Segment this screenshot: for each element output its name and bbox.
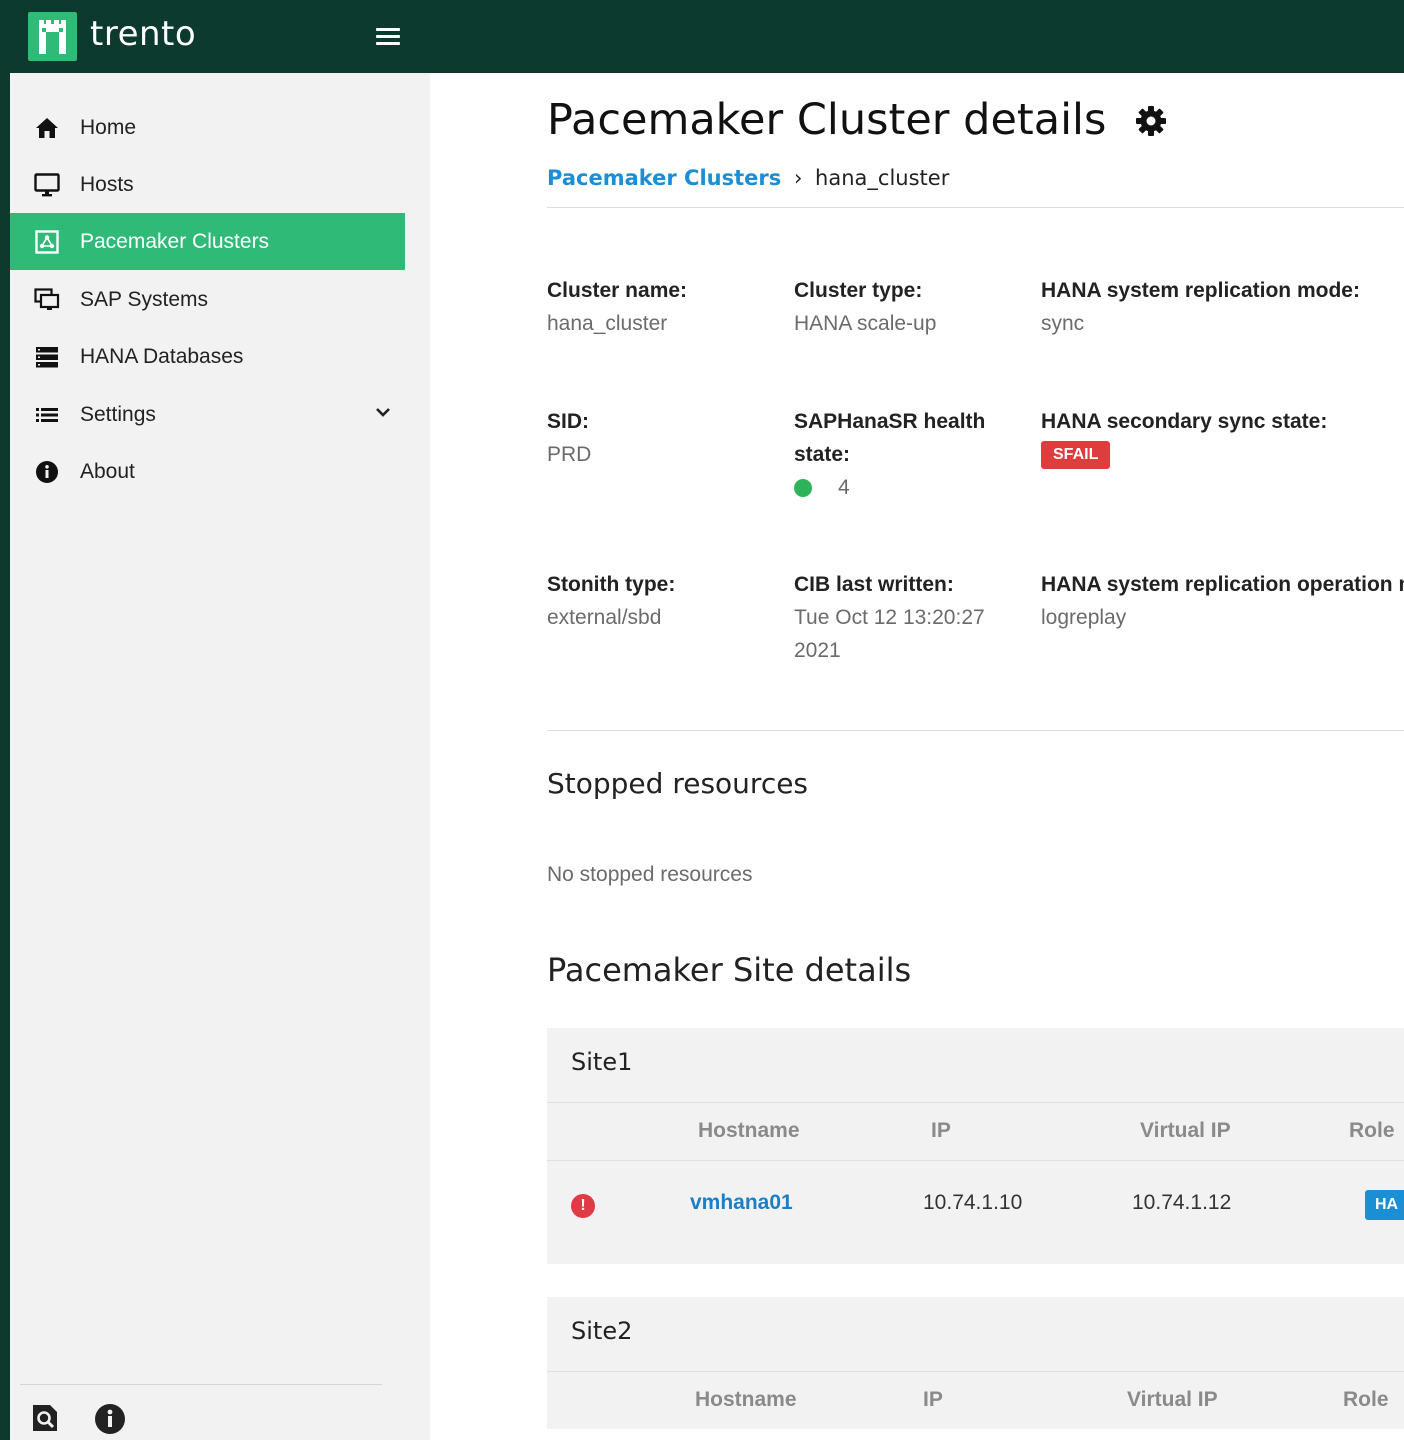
stopped-resources-title: Stopped resources <box>547 767 809 800</box>
ip-cell: 10.74.1.10 <box>923 1191 1023 1214</box>
search-doc-icon[interactable] <box>30 1403 60 1433</box>
trento-logo-icon[interactable] <box>28 12 77 61</box>
sidebar-item-pacemaker-clusters[interactable]: Pacemaker Clusters <box>10 213 405 270</box>
table-row: ! vmhana01 10.74.1.10 10.74.1.12 HA <box>547 1160 1404 1264</box>
cib-last-written-value-line2: 2021 <box>794 639 841 662</box>
column-ip[interactable]: IP <box>931 1119 951 1143</box>
column-role[interactable]: Role <box>1349 1119 1395 1143</box>
column-hostname[interactable]: Hostname <box>695 1388 797 1412</box>
site-details-title: Pacemaker Site details <box>547 951 912 989</box>
virtual-ip-cell: 10.74.1.12 <box>1132 1191 1232 1214</box>
info-icon <box>34 460 60 484</box>
breadcrumb-link-pacemaker-clusters[interactable]: Pacemaker Clusters <box>547 166 781 190</box>
monitor-icon <box>34 173 60 197</box>
site-name: Site1 <box>571 1048 633 1076</box>
cluster-type-value: HANA scale-up <box>794 312 937 335</box>
operation-mode-label: HANA system replication operation m <box>1041 573 1404 596</box>
breadcrumb-current: hana_cluster <box>815 166 950 190</box>
hostname-link[interactable]: vmhana01 <box>690 1191 793 1215</box>
sidebar-item-label: Home <box>80 115 137 139</box>
sap-systems-icon <box>34 288 60 312</box>
sidebar-item-hana-databases[interactable]: HANA Databases <box>10 328 405 385</box>
window-edge <box>0 0 10 1440</box>
sidebar-item-label: Hosts <box>80 172 134 196</box>
menu-toggle-icon[interactable] <box>376 28 400 48</box>
sid-label: SID: <box>547 410 589 433</box>
divider <box>547 207 1404 208</box>
breadcrumb: Pacemaker Clusters › hana_cluster <box>547 166 949 190</box>
sidebar-item-label: SAP Systems <box>80 287 208 311</box>
main-content: Pacemaker Cluster details Pacemaker Clus… <box>430 73 1404 1440</box>
cluster-name-value: hana_cluster <box>547 312 668 335</box>
sync-state-badge: SFAIL <box>1041 441 1111 469</box>
health-state-value: 4 <box>838 476 850 499</box>
breadcrumb-separator: › <box>793 166 803 190</box>
footer-info-icon[interactable] <box>94 1403 125 1434</box>
sidebar-item-about[interactable]: About <box>10 443 405 500</box>
cib-last-written-label: CIB last written: <box>794 573 954 596</box>
cluster-icon <box>34 230 60 254</box>
stopped-resources-empty: No stopped resources <box>547 863 753 886</box>
site-table-header: Hostname IP Virtual IP Role <box>547 1371 1404 1429</box>
sidebar-item-sap-systems[interactable]: SAP Systems <box>10 271 405 328</box>
list-icon <box>34 403 60 427</box>
sidebar-item-settings[interactable]: Settings <box>10 386 405 443</box>
operation-mode-value: logreplay <box>1041 606 1127 629</box>
site-table-header: Hostname IP Virtual IP Role <box>547 1102 1404 1160</box>
chevron-down-icon[interactable] <box>374 404 392 423</box>
error-icon: ! <box>571 1194 595 1218</box>
sidebar-item-label: Settings <box>80 402 156 426</box>
sidebar-item-label: About <box>80 459 135 483</box>
health-state-label-line2: state: <box>794 443 851 466</box>
stonith-type-value: external/sbd <box>547 606 662 629</box>
site-header: Site2 <box>547 1297 1404 1371</box>
sidebar-item-label: Pacemaker Clusters <box>80 229 270 253</box>
column-virtual-ip[interactable]: Virtual IP <box>1140 1119 1231 1143</box>
cluster-type-label: Cluster type: <box>794 279 923 302</box>
home-icon <box>34 116 60 140</box>
sidebar: Home Hosts Pacemaker Clusters SAP System… <box>10 73 430 1440</box>
health-state-label-line1: SAPHanaSR health <box>794 410 986 433</box>
cib-last-written-value-line1: Tue Oct 12 13:20:27 <box>794 606 985 629</box>
column-ip[interactable]: IP <box>923 1388 943 1412</box>
column-hostname[interactable]: Hostname <box>698 1119 800 1143</box>
sidebar-item-home[interactable]: Home <box>10 99 405 156</box>
page-title: Pacemaker Cluster details <box>547 95 1107 145</box>
gear-icon[interactable] <box>1134 104 1168 142</box>
stonith-type-label: Stonith type: <box>547 573 676 596</box>
role-badge: HA <box>1365 1190 1404 1220</box>
divider <box>547 730 1404 731</box>
column-virtual-ip[interactable]: Virtual IP <box>1127 1388 1218 1412</box>
site-name: Site2 <box>571 1317 633 1345</box>
column-role[interactable]: Role <box>1343 1388 1389 1412</box>
replication-mode-label: HANA system replication mode: <box>1041 279 1360 302</box>
sid-value: PRD <box>547 443 592 466</box>
top-bar: trento <box>10 0 1404 73</box>
sidebar-item-label: HANA Databases <box>80 344 244 368</box>
site-header: Site1 <box>547 1028 1404 1102</box>
health-status-indicator <box>794 479 812 497</box>
sync-state-label: HANA secondary sync state: <box>1041 410 1328 433</box>
brand-name[interactable]: trento <box>90 14 196 54</box>
cluster-name-label: Cluster name: <box>547 279 688 302</box>
sidebar-divider <box>20 1384 382 1385</box>
replication-mode-value: sync <box>1041 312 1085 335</box>
database-icon <box>34 345 60 369</box>
sidebar-item-hosts[interactable]: Hosts <box>10 156 405 213</box>
